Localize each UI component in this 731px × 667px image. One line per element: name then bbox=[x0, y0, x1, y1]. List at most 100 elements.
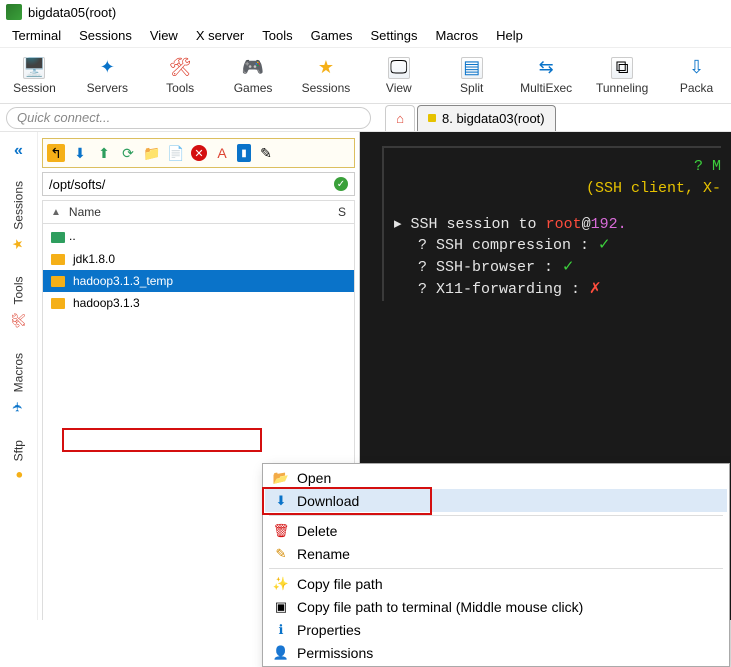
folder-icon bbox=[51, 298, 65, 309]
separator bbox=[269, 515, 723, 516]
games-icon: 🎮 bbox=[242, 57, 264, 79]
term-line: ? SSH compression : ✓ bbox=[394, 235, 721, 257]
menu-help[interactable]: Help bbox=[496, 28, 523, 43]
body: « ★Sessions 🛠Tools ✈Macros ●Sftp ↰ ⬇ ⬆ ⟳… bbox=[0, 132, 731, 620]
title-bar: bigdata05(root) bbox=[0, 0, 731, 24]
tools-icon: 🛠 bbox=[169, 57, 191, 79]
quick-connect-input[interactable]: Quick connect... bbox=[6, 107, 371, 129]
collapse-panel-icon[interactable]: « bbox=[14, 142, 23, 166]
packages-icon: ⇩ bbox=[686, 57, 708, 79]
cm-open[interactable]: 📂Open bbox=[265, 466, 727, 489]
main-toolbar: 🖥️Session ✦Servers 🛠Tools 🎮Games ★Sessio… bbox=[0, 48, 731, 104]
side-tab-macros[interactable]: ✈Macros bbox=[8, 342, 29, 424]
menu-terminal[interactable]: Terminal bbox=[12, 28, 61, 43]
split-icon: ▤ bbox=[461, 57, 483, 79]
file-name: hadoop3.1.3_temp bbox=[73, 274, 173, 288]
delete-icon[interactable]: ✕ bbox=[191, 145, 207, 161]
tab-home[interactable]: ⌂ bbox=[385, 105, 415, 131]
info-icon: ℹ bbox=[273, 622, 289, 638]
download-icon: ⬇ bbox=[273, 493, 289, 509]
menu-settings[interactable]: Settings bbox=[371, 28, 418, 43]
folder-icon bbox=[51, 254, 65, 265]
tool-multiexec[interactable]: ⇆MultiExec bbox=[520, 57, 572, 95]
cm-permissions[interactable]: 👤Permissions bbox=[265, 641, 727, 664]
menu-tools[interactable]: Tools bbox=[262, 28, 292, 43]
term-line: ? SSH-browser : ✓ bbox=[394, 257, 721, 279]
menu-xserver[interactable]: X server bbox=[196, 28, 244, 43]
menu-games[interactable]: Games bbox=[311, 28, 353, 43]
window-title: bigdata05(root) bbox=[28, 5, 116, 20]
tool-sessions[interactable]: ★Sessions bbox=[302, 57, 351, 95]
session-indicator-icon bbox=[428, 114, 436, 122]
menu-sessions[interactable]: Sessions bbox=[79, 28, 132, 43]
sftp-toolbar: ↰ ⬇ ⬆ ⟳ 📁 📄 ✕ A ▮ ✎ bbox=[42, 138, 355, 168]
tunneling-icon: ⧉ bbox=[611, 57, 633, 79]
col-second: S bbox=[338, 205, 346, 219]
tool-tunneling[interactable]: ⧉Tunneling bbox=[596, 57, 648, 95]
menu-bar: Terminal Sessions View X server Tools Ga… bbox=[0, 24, 731, 48]
refresh-icon[interactable]: ⟳ bbox=[119, 144, 137, 162]
context-menu: 📂Open ⬇Download 🗑Delete ✎Rename ✨Copy fi… bbox=[262, 463, 730, 667]
tool-split[interactable]: ▤Split bbox=[447, 57, 496, 95]
column-header[interactable]: ▲ Name S bbox=[42, 200, 355, 224]
path-text: /opt/softs/ bbox=[49, 177, 105, 192]
macros-icon: ✈ bbox=[11, 399, 26, 414]
star-icon: ★ bbox=[315, 57, 337, 79]
file-row-up[interactable]: .. bbox=[43, 226, 354, 248]
term-line: ▸ SSH session to root@192. bbox=[394, 214, 721, 236]
col-name: Name bbox=[69, 205, 330, 219]
tab-session[interactable]: 8. bigdata03(root) bbox=[417, 105, 556, 131]
servers-icon: ✦ bbox=[96, 57, 118, 79]
new-file-icon[interactable]: 📄 bbox=[167, 144, 185, 162]
side-tab-sessions[interactable]: ★Sessions bbox=[8, 170, 29, 262]
cm-rename[interactable]: ✎Rename bbox=[265, 542, 727, 565]
tool-session[interactable]: 🖥️Session bbox=[10, 57, 59, 95]
cm-download[interactable]: ⬇Download bbox=[265, 489, 727, 512]
folder-up-icon bbox=[51, 232, 65, 243]
side-tab-tools[interactable]: 🛠Tools bbox=[8, 266, 29, 339]
sort-asc-icon: ▲ bbox=[51, 207, 61, 218]
download-icon[interactable]: ⬇ bbox=[71, 144, 89, 162]
text-icon[interactable]: A bbox=[213, 144, 231, 162]
tool-servers[interactable]: ✦Servers bbox=[83, 57, 132, 95]
wand-icon[interactable]: ✎ bbox=[257, 144, 275, 162]
tool-games[interactable]: 🎮Games bbox=[229, 57, 278, 95]
side-tabs: « ★Sessions 🛠Tools ✈Macros ●Sftp bbox=[0, 132, 38, 620]
menu-macros[interactable]: Macros bbox=[435, 28, 478, 43]
path-bar[interactable]: /opt/softs/ ✓ bbox=[42, 172, 355, 196]
tab-session-label: 8. bigdata03(root) bbox=[442, 111, 545, 126]
separator bbox=[269, 568, 723, 569]
side-tab-sftp[interactable]: ●Sftp bbox=[8, 429, 29, 493]
cm-copy-path[interactable]: ✨Copy file path bbox=[265, 572, 727, 595]
term-line: (SSH client, X- bbox=[586, 180, 721, 197]
quick-connect-row: Quick connect... ⌂ 8. bigdata03(root) bbox=[0, 104, 731, 132]
delete-icon: 🗑 bbox=[273, 523, 289, 539]
file-row[interactable]: jdk1.8.0 bbox=[43, 248, 354, 270]
tools-icon: 🛠 bbox=[10, 311, 27, 326]
bookmark-icon[interactable]: ▮ bbox=[237, 144, 251, 162]
sftp-icon: ● bbox=[11, 467, 26, 482]
multiexec-icon: ⇆ bbox=[535, 57, 557, 79]
app-icon bbox=[6, 4, 22, 20]
rename-icon: ✎ bbox=[273, 546, 289, 562]
folder-icon bbox=[51, 276, 65, 287]
cm-copy-path-terminal[interactable]: ▣Copy file path to terminal (Middle mous… bbox=[265, 595, 727, 618]
person-icon: 👤 bbox=[273, 645, 289, 661]
tool-tools[interactable]: 🛠Tools bbox=[156, 57, 205, 95]
path-ok-icon: ✓ bbox=[334, 177, 348, 191]
view-icon: 🖵 bbox=[388, 57, 410, 79]
tool-view[interactable]: 🖵View bbox=[374, 57, 423, 95]
file-name: jdk1.8.0 bbox=[73, 252, 115, 266]
monitor-icon: 🖥️ bbox=[23, 57, 45, 79]
open-icon: 📂 bbox=[273, 470, 289, 486]
cm-delete[interactable]: 🗑Delete bbox=[265, 519, 727, 542]
file-row-selected[interactable]: hadoop3.1.3_temp bbox=[43, 270, 354, 292]
file-row[interactable]: hadoop3.1.3 bbox=[43, 292, 354, 314]
cm-properties[interactable]: ℹProperties bbox=[265, 618, 727, 641]
tool-packages[interactable]: ⇩Packa bbox=[672, 57, 721, 95]
menu-view[interactable]: View bbox=[150, 28, 178, 43]
file-name: hadoop3.1.3 bbox=[73, 296, 140, 310]
new-folder-icon[interactable]: 📁 bbox=[143, 144, 161, 162]
up-folder-icon[interactable]: ↰ bbox=[47, 144, 65, 162]
upload-icon[interactable]: ⬆ bbox=[95, 144, 113, 162]
